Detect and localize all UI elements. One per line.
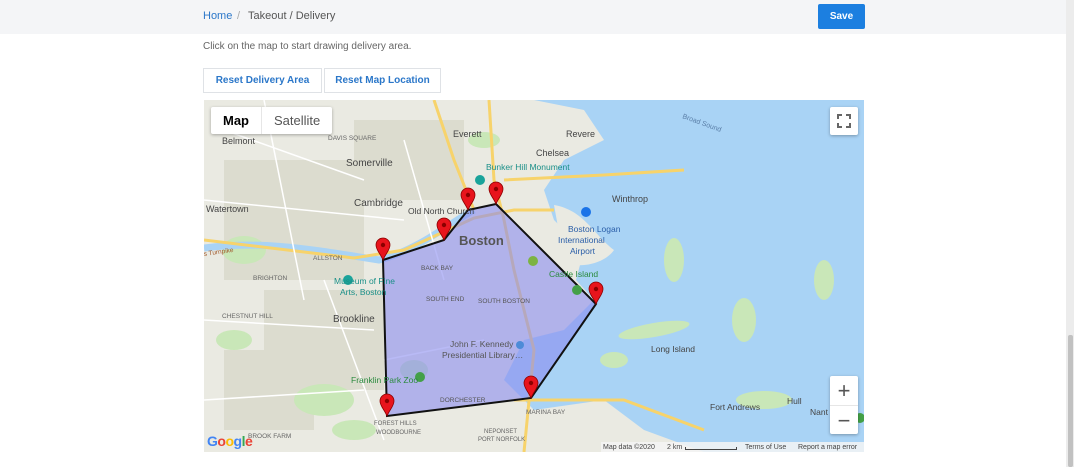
drawing-instructions: Click on the map to start drawing delive… xyxy=(203,41,412,52)
label-jfk-2: Presidential Library… xyxy=(442,350,523,360)
label-museum-2: Arts, Boston xyxy=(340,287,387,297)
map-data-credit[interactable]: Map data ©2020 xyxy=(603,442,655,452)
map-canvas[interactable]: Everett Revere Broad Sound Belmont DAVIS… xyxy=(204,100,864,452)
label-museum: Museum of Fine xyxy=(334,276,395,286)
label-chelsea: Chelsea xyxy=(536,148,569,158)
label-jfk: John F. Kennedy xyxy=(450,339,514,349)
delivery-map[interactable]: Everett Revere Broad Sound Belmont DAVIS… xyxy=(204,100,864,452)
label-somerville: Somerville xyxy=(346,158,393,169)
report-map-error-link[interactable]: Report a map error xyxy=(798,442,857,452)
bunker-hill-pin-icon xyxy=(475,175,485,185)
map-attribution: Map data ©2020 2 km Terms of Use Report … xyxy=(601,442,864,452)
label-castle-island: Castle Island xyxy=(549,269,598,279)
label-woodbourne: WOODBOURNE xyxy=(376,430,421,436)
label-nant: Nant xyxy=(810,407,829,417)
google-letter: g xyxy=(233,433,243,449)
zoom-in-button[interactable]: + xyxy=(830,376,858,405)
map-type-satellite-button[interactable]: Satellite xyxy=(262,107,332,134)
top-bar: Home / Takeout / Delivery Save xyxy=(0,0,1066,34)
breadcrumb-separator: / xyxy=(237,10,241,22)
breadcrumb-home[interactable]: Home xyxy=(203,10,232,22)
label-long-island: Long Island xyxy=(651,344,695,354)
reset-map-location-button[interactable]: Reset Map Location xyxy=(324,68,441,93)
scale-bar xyxy=(685,447,737,450)
terms-of-use-link[interactable]: Terms of Use xyxy=(745,442,786,452)
label-bunker-hill: Bunker Hill Monument xyxy=(486,162,570,172)
park-pin-icon xyxy=(528,256,538,266)
label-cambridge: Cambridge xyxy=(354,198,403,209)
label-logan-2: International xyxy=(558,235,605,245)
fullscreen-button[interactable] xyxy=(830,107,858,135)
label-logan-3: Airport xyxy=(570,246,596,256)
label-south-end: SOUTH END xyxy=(426,296,465,303)
reset-delivery-area-button[interactable]: Reset Delivery Area xyxy=(203,68,322,93)
label-neponset: NEPONSET xyxy=(484,429,517,435)
label-boston: Boston xyxy=(459,233,504,248)
label-old-north-church: Old North Church xyxy=(408,206,474,216)
label-brook-farm: BROOK FARM xyxy=(248,433,291,440)
label-fort-andrews: Fort Andrews xyxy=(710,402,760,412)
google-letter: o xyxy=(225,433,234,449)
zoom-control: + − xyxy=(830,376,858,434)
castle-island-pin-icon xyxy=(572,285,582,295)
label-south-boston: SOUTH BOSTON xyxy=(478,298,530,305)
save-button[interactable]: Save xyxy=(818,4,865,29)
label-franklin-zoo: Franklin Park Zoo xyxy=(351,375,418,385)
label-brighton: BRIGHTON xyxy=(253,275,287,282)
label-davis-square: DAVIS SQUARE xyxy=(328,135,377,142)
label-port-norfolk: PORT NORFOLK xyxy=(478,437,525,443)
label-marina-bay: MARINA BAY xyxy=(526,409,566,416)
label-allston: ALLSTON xyxy=(313,255,343,262)
label-belmont: Belmont xyxy=(222,136,256,146)
label-logan: Boston Logan xyxy=(568,224,621,234)
zoom-out-button[interactable]: − xyxy=(830,405,858,435)
label-chestnut-hill: CHESTNUT HILL xyxy=(222,313,273,320)
label-watertown: Watertown xyxy=(206,204,249,214)
scale-label: 2 km xyxy=(667,444,683,451)
label-everett: Everett xyxy=(453,129,482,139)
scrollbar-thumb[interactable] xyxy=(1068,335,1073,467)
map-type-map-button[interactable]: Map xyxy=(211,107,262,134)
label-back-bay: BACK BAY xyxy=(421,265,454,272)
map-type-control: Map Satellite xyxy=(211,107,333,134)
google-logo[interactable]: Google xyxy=(207,433,253,449)
breadcrumb-current: Takeout / Delivery xyxy=(248,10,336,22)
library-pin-icon xyxy=(516,341,524,349)
google-letter: G xyxy=(207,433,218,449)
label-dorchester: DORCHESTER xyxy=(440,397,486,404)
fullscreen-icon xyxy=(837,114,851,128)
label-hull: Hull xyxy=(787,396,802,406)
label-brookline: Brookline xyxy=(333,314,375,325)
google-letter: e xyxy=(244,433,253,449)
label-revere: Revere xyxy=(566,129,595,139)
airport-icon xyxy=(581,207,591,217)
label-forest-hills: FOREST HILLS xyxy=(374,421,417,427)
label-winthrop: Winthrop xyxy=(612,194,648,204)
